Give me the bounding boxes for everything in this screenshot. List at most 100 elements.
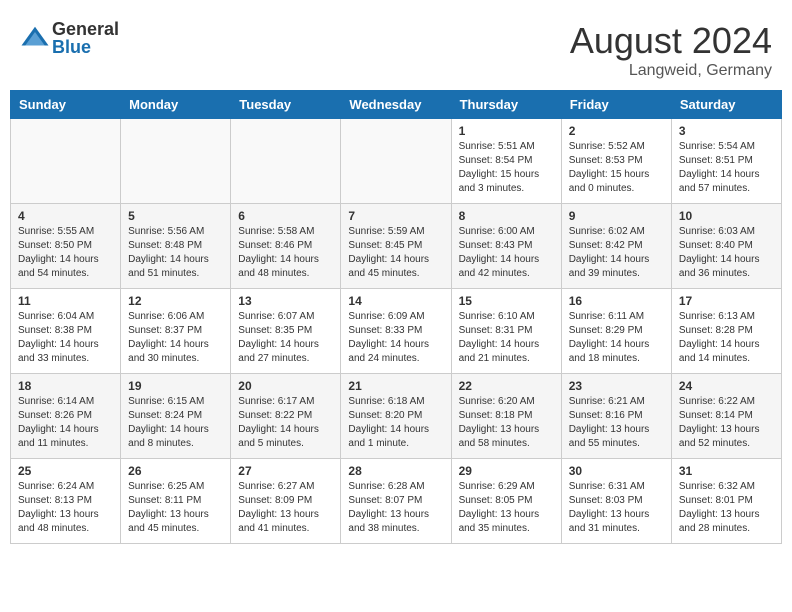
calendar-header-monday: Monday: [121, 91, 231, 119]
day-info: Sunrise: 6:25 AM Sunset: 8:11 PM Dayligh…: [128, 480, 223, 536]
day-number: 8: [459, 209, 554, 223]
calendar-cell: 28 Sunrise: 6:28 AM Sunset: 8:07 PM Dayli…: [341, 459, 451, 544]
day-number: 12: [128, 294, 223, 308]
calendar-header-friday: Friday: [561, 91, 671, 119]
day-info: Sunrise: 5:58 AM Sunset: 8:46 PM Dayligh…: [238, 225, 333, 281]
day-number: 4: [18, 209, 113, 223]
day-info: Sunrise: 5:52 AM Sunset: 8:53 PM Dayligh…: [569, 140, 664, 196]
calendar-cell: 10 Sunrise: 6:03 AM Sunset: 8:40 PM Dayli…: [671, 204, 781, 289]
calendar-cell: 25Sunrise: 6:24 AM Sunset: 8:13 PM Dayli…: [11, 459, 121, 544]
day-info: Sunrise: 5:59 AM Sunset: 8:45 PM Dayligh…: [348, 225, 443, 281]
day-info: Sunrise: 6:32 AM Sunset: 8:01 PM Dayligh…: [679, 480, 774, 536]
day-number: 31: [679, 464, 774, 478]
page-header: General Blue August 2024 Langweid, Germa…: [10, 10, 782, 85]
day-info: Sunrise: 6:14 AM Sunset: 8:26 PM Dayligh…: [18, 395, 113, 451]
calendar-header-saturday: Saturday: [671, 91, 781, 119]
day-number: 6: [238, 209, 333, 223]
calendar-header-tuesday: Tuesday: [231, 91, 341, 119]
calendar-week-5: 25Sunrise: 6:24 AM Sunset: 8:13 PM Dayli…: [11, 459, 782, 544]
day-number: 2: [569, 124, 664, 138]
day-info: Sunrise: 5:51 AM Sunset: 8:54 PM Dayligh…: [459, 140, 554, 196]
calendar-cell: 9 Sunrise: 6:02 AM Sunset: 8:42 PM Daylig…: [561, 204, 671, 289]
logo-general-text: General: [52, 20, 119, 38]
calendar-cell: 19 Sunrise: 6:15 AM Sunset: 8:24 PM Dayli…: [121, 374, 231, 459]
day-number: 9: [569, 209, 664, 223]
day-info: Sunrise: 6:03 AM Sunset: 8:40 PM Dayligh…: [679, 225, 774, 281]
calendar-cell: 26 Sunrise: 6:25 AM Sunset: 8:11 PM Dayli…: [121, 459, 231, 544]
day-number: 28: [348, 464, 443, 478]
calendar-header-sunday: Sunday: [11, 91, 121, 119]
day-info: Sunrise: 6:28 AM Sunset: 8:07 PM Dayligh…: [348, 480, 443, 536]
calendar-cell: [11, 119, 121, 204]
calendar-cell: [341, 119, 451, 204]
calendar-cell: 11 Sunrise: 6:04 AM Sunset: 8:38 PM Dayli…: [11, 289, 121, 374]
day-number: 30: [569, 464, 664, 478]
logo-blue-text: Blue: [52, 38, 119, 56]
calendar-week-4: 18Sunrise: 6:14 AM Sunset: 8:26 PM Dayli…: [11, 374, 782, 459]
calendar-cell: 7 Sunrise: 5:59 AM Sunset: 8:45 PM Daylig…: [341, 204, 451, 289]
day-info: Sunrise: 6:18 AM Sunset: 8:20 PM Dayligh…: [348, 395, 443, 451]
calendar-cell: 12 Sunrise: 6:06 AM Sunset: 8:37 PM Dayli…: [121, 289, 231, 374]
day-number: 17: [679, 294, 774, 308]
day-info: Sunrise: 6:09 AM Sunset: 8:33 PM Dayligh…: [348, 310, 443, 366]
calendar-cell: 1 Sunrise: 5:51 AM Sunset: 8:54 PM Daylig…: [451, 119, 561, 204]
day-number: 5: [128, 209, 223, 223]
calendar-cell: 13Sunrise: 6:07 AM Sunset: 8:35 PM Dayli…: [231, 289, 341, 374]
calendar-cell: [121, 119, 231, 204]
month-year: August 2024: [570, 20, 772, 62]
day-number: 16: [569, 294, 664, 308]
day-info: Sunrise: 6:15 AM Sunset: 8:24 PM Dayligh…: [128, 395, 223, 451]
calendar-header-wednesday: Wednesday: [341, 91, 451, 119]
day-number: 3: [679, 124, 774, 138]
day-number: 10: [679, 209, 774, 223]
calendar-week-2: 4Sunrise: 5:55 AM Sunset: 8:50 PM Daylig…: [11, 204, 782, 289]
day-info: Sunrise: 6:02 AM Sunset: 8:42 PM Dayligh…: [569, 225, 664, 281]
day-info: Sunrise: 6:11 AM Sunset: 8:29 PM Dayligh…: [569, 310, 664, 366]
calendar-cell: 15 Sunrise: 6:10 AM Sunset: 8:31 PM Dayli…: [451, 289, 561, 374]
day-info: Sunrise: 6:07 AM Sunset: 8:35 PM Dayligh…: [238, 310, 333, 366]
day-number: 19: [128, 379, 223, 393]
calendar-cell: 16 Sunrise: 6:11 AM Sunset: 8:29 PM Dayli…: [561, 289, 671, 374]
day-number: 20: [238, 379, 333, 393]
calendar-table: SundayMondayTuesdayWednesdayThursdayFrid…: [10, 90, 782, 544]
day-number: 25: [18, 464, 113, 478]
day-info: Sunrise: 6:29 AM Sunset: 8:05 PM Dayligh…: [459, 480, 554, 536]
logo: General Blue: [20, 20, 119, 56]
calendar-cell: 27Sunrise: 6:27 AM Sunset: 8:09 PM Dayli…: [231, 459, 341, 544]
day-info: Sunrise: 6:31 AM Sunset: 8:03 PM Dayligh…: [569, 480, 664, 536]
day-number: 21: [348, 379, 443, 393]
day-info: Sunrise: 6:10 AM Sunset: 8:31 PM Dayligh…: [459, 310, 554, 366]
day-info: Sunrise: 6:20 AM Sunset: 8:18 PM Dayligh…: [459, 395, 554, 451]
day-info: Sunrise: 6:04 AM Sunset: 8:38 PM Dayligh…: [18, 310, 113, 366]
location: Langweid, Germany: [570, 62, 772, 80]
day-number: 24: [679, 379, 774, 393]
calendar-cell: 3Sunrise: 5:54 AM Sunset: 8:51 PM Daylig…: [671, 119, 781, 204]
calendar-cell: 31 Sunrise: 6:32 AM Sunset: 8:01 PM Dayli…: [671, 459, 781, 544]
calendar-cell: 24Sunrise: 6:22 AM Sunset: 8:14 PM Dayli…: [671, 374, 781, 459]
day-number: 15: [459, 294, 554, 308]
day-number: 26: [128, 464, 223, 478]
day-info: Sunrise: 6:17 AM Sunset: 8:22 PM Dayligh…: [238, 395, 333, 451]
calendar-cell: 17 Sunrise: 6:13 AM Sunset: 8:28 PM Dayli…: [671, 289, 781, 374]
calendar-cell: [231, 119, 341, 204]
day-info: Sunrise: 6:00 AM Sunset: 8:43 PM Dayligh…: [459, 225, 554, 281]
day-info: Sunrise: 6:21 AM Sunset: 8:16 PM Dayligh…: [569, 395, 664, 451]
day-info: Sunrise: 6:13 AM Sunset: 8:28 PM Dayligh…: [679, 310, 774, 366]
day-number: 11: [18, 294, 113, 308]
calendar-header-thursday: Thursday: [451, 91, 561, 119]
day-number: 1: [459, 124, 554, 138]
day-info: Sunrise: 5:56 AM Sunset: 8:48 PM Dayligh…: [128, 225, 223, 281]
calendar-cell: 23Sunrise: 6:21 AM Sunset: 8:16 PM Dayli…: [561, 374, 671, 459]
calendar-cell: 4Sunrise: 5:55 AM Sunset: 8:50 PM Daylig…: [11, 204, 121, 289]
day-info: Sunrise: 6:06 AM Sunset: 8:37 PM Dayligh…: [128, 310, 223, 366]
calendar-cell: 30 Sunrise: 6:31 AM Sunset: 8:03 PM Dayli…: [561, 459, 671, 544]
calendar-week-3: 11 Sunrise: 6:04 AM Sunset: 8:38 PM Dayli…: [11, 289, 782, 374]
logo-icon: [20, 23, 50, 53]
calendar-cell: 20 Sunrise: 6:17 AM Sunset: 8:22 PM Dayli…: [231, 374, 341, 459]
day-number: 22: [459, 379, 554, 393]
day-number: 27: [238, 464, 333, 478]
day-number: 29: [459, 464, 554, 478]
calendar-cell: 5 Sunrise: 5:56 AM Sunset: 8:48 PM Daylig…: [121, 204, 231, 289]
calendar-cell: 29 Sunrise: 6:29 AM Sunset: 8:05 PM Dayli…: [451, 459, 561, 544]
day-number: 7: [348, 209, 443, 223]
